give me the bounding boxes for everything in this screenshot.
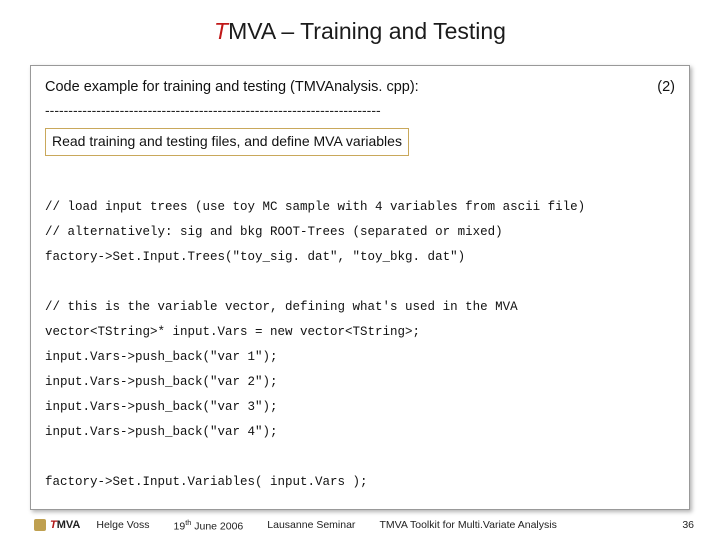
code-line: factory->Set.Input.Variables( input.Vars… [45,475,368,489]
code-block: // load input trees (use toy MC sample w… [45,170,675,495]
code-line: // this is the variable vector, defining… [45,300,518,314]
tmva-logo-mva: MVA [57,519,81,531]
title-rest: MVA – Training and Testing [228,18,506,44]
footer: TMVA Helge Voss 19th June 2006 Lausanne … [0,518,720,533]
content-panel: Code example for training and testing (T… [30,65,690,510]
footer-author: Helge Voss [96,519,149,531]
code-line: // alternatively: sig and bkg ROOT-Trees… [45,225,503,239]
code-line: input.Vars->push_back("var 3"); [45,400,278,414]
tmva-logo: TMVA [34,519,80,531]
code-line: input.Vars->push_back("var 2"); [45,375,278,389]
footer-venue: Lausanne Seminar [267,519,355,531]
footer-date: 19th June 2006 [174,518,244,533]
footer-page-number: 36 [682,519,694,531]
code-example-caption: Code example for training and testing (T… [45,76,419,98]
page-marker: (2) [657,76,675,98]
tmva-logo-t: T [50,519,57,531]
divider-dashes: ----------------------------------------… [45,100,675,122]
tmva-logo-icon [34,519,46,531]
code-line: // load input trees (use toy MC sample w… [45,200,585,214]
subtitle-box: Read training and testing files, and def… [45,128,409,156]
code-line: input.Vars->push_back("var 1"); [45,350,278,364]
content-header-row: Code example for training and testing (T… [45,76,675,98]
code-line: factory->Set.Input.Trees("toy_sig. dat",… [45,250,465,264]
title-letter-t: T [214,18,228,44]
slide-title: TMVA – Training and Testing [0,0,720,57]
code-line: input.Vars->push_back("var 4"); [45,425,278,439]
subtitle-text: Read training and testing files, and def… [52,133,402,149]
footer-description: TMVA Toolkit for Multi.Variate Analysis [379,519,556,531]
code-line: vector<TString>* input.Vars = new vector… [45,325,420,339]
